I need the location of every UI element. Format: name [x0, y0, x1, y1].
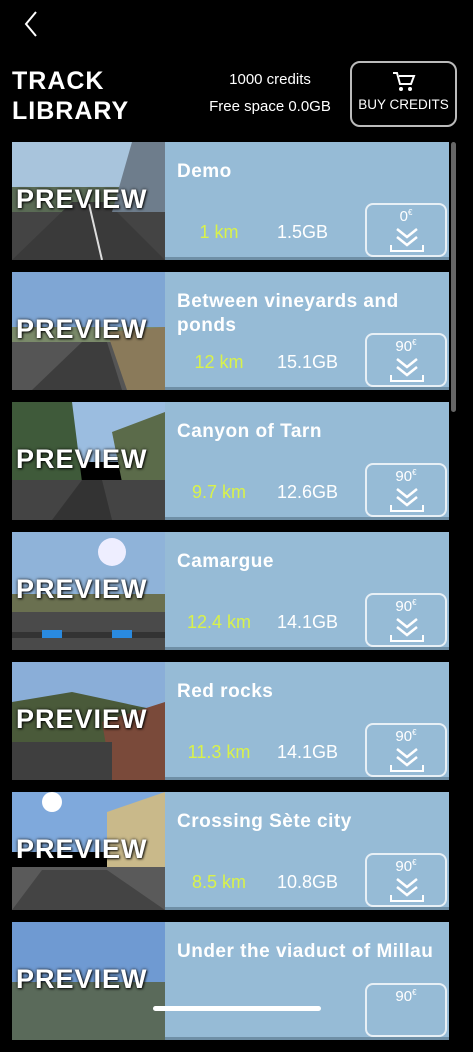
- preview-label: PREVIEW: [16, 574, 148, 604]
- preview-label: PREVIEW: [16, 704, 148, 734]
- credit-icon: €: [412, 468, 417, 477]
- track-name: Between vineyards and ponds: [177, 291, 399, 336]
- track-price: 90€: [395, 338, 417, 355]
- track-distance: 9.7 km: [191, 482, 247, 502]
- track-size: 14.1GB: [277, 742, 339, 762]
- track-name: Demo: [177, 161, 232, 182]
- free-space: Free space 0.0GB: [209, 98, 331, 115]
- track-info: Between vineyards and ponds 12 km 15.1GB…: [165, 272, 449, 390]
- track-size: 15.1GB: [277, 352, 339, 372]
- track-thumbnail[interactable]: PREVIEW: [12, 532, 165, 650]
- download-button[interactable]: 90€: [365, 593, 447, 647]
- track-thumbnail[interactable]: PREVIEW: [12, 662, 165, 780]
- track-name: Crossing Sète city: [177, 811, 352, 832]
- preview-label: PREVIEW: [16, 314, 148, 344]
- track-item[interactable]: PREVIEW Camargue 12.4 km 14.1GB 90€: [12, 532, 449, 650]
- track-thumbnail[interactable]: PREVIEW: [12, 922, 165, 1040]
- credit-icon: €: [412, 598, 417, 607]
- download-icon: [390, 488, 424, 512]
- track-thumbnail[interactable]: PREVIEW: [12, 142, 165, 260]
- track-thumbnail[interactable]: PREVIEW: [12, 792, 165, 910]
- credit-icon: €: [412, 988, 417, 997]
- track-distance: 11.3 km: [187, 742, 251, 762]
- preview-label: PREVIEW: [16, 444, 148, 474]
- track-distance: 8.5 km: [191, 872, 247, 892]
- download-button[interactable]: 0€: [365, 203, 447, 257]
- preview-label: PREVIEW: [16, 184, 148, 214]
- track-info: Red rocks 11.3 km 14.1GB 90€: [165, 662, 449, 780]
- track-item[interactable]: PREVIEW Under the viaduct of Millau 90€: [12, 922, 449, 1040]
- track-item[interactable]: PREVIEW Red rocks 11.3 km 14.1GB 90€: [12, 662, 449, 780]
- credits-balance: 1000 credits: [229, 71, 311, 88]
- track-name: Red rocks: [177, 681, 274, 702]
- preview-label: PREVIEW: [16, 964, 148, 994]
- track-name: Camargue: [177, 551, 274, 572]
- track-price: 90€: [395, 988, 417, 1005]
- track-info: Crossing Sète city 8.5 km 10.8GB 90€: [165, 792, 449, 910]
- download-button[interactable]: 90€: [365, 853, 447, 907]
- track-price: 90€: [395, 728, 417, 745]
- credits-info: 1000 credits Free space 0.0GB: [190, 66, 350, 120]
- track-size: 12.6GB: [277, 482, 339, 502]
- download-button[interactable]: 90€: [365, 333, 447, 387]
- scrollbar[interactable]: [451, 142, 456, 412]
- preview-label: PREVIEW: [16, 834, 148, 864]
- track-info: Canyon of Tarn 9.7 km 12.6GB 90€: [165, 402, 449, 520]
- track-size: 1.5GB: [277, 222, 329, 242]
- track-info: Demo 1 km 1.5GB 0€: [165, 142, 449, 260]
- track-name: Under the viaduct of Millau: [177, 941, 434, 962]
- track-price: 90€: [395, 858, 417, 875]
- download-icon: [390, 618, 424, 642]
- track-price: 0€: [399, 208, 413, 225]
- credit-icon: €: [412, 338, 417, 347]
- track-thumbnail[interactable]: PREVIEW: [12, 272, 165, 390]
- download-button[interactable]: 90€: [365, 463, 447, 517]
- track-name: Canyon of Tarn: [177, 421, 322, 442]
- home-indicator: [153, 1006, 321, 1011]
- download-icon: [390, 748, 424, 772]
- credit-icon: €: [412, 728, 417, 737]
- cart-icon: [392, 72, 415, 91]
- page-title: TRACK LIBRARY: [12, 67, 130, 125]
- credit-icon: €: [412, 858, 417, 867]
- credit-icon: €: [407, 208, 413, 217]
- track-info: Camargue 12.4 km 14.1GB 90€: [165, 532, 449, 650]
- track-price: 90€: [395, 468, 417, 485]
- download-icon: [390, 358, 424, 382]
- download-button[interactable]: 90€: [365, 723, 447, 777]
- download-button[interactable]: 90€: [365, 983, 447, 1037]
- buy-credits-label: BUY CREDITS: [358, 97, 449, 112]
- download-icon: [390, 228, 424, 252]
- track-item[interactable]: PREVIEW Demo 1 km 1.5GB 0€: [12, 142, 449, 260]
- track-size: 10.8GB: [277, 872, 339, 892]
- download-icon: [390, 878, 424, 902]
- track-thumbnail[interactable]: PREVIEW: [12, 402, 165, 520]
- track-distance: 1 km: [199, 222, 239, 242]
- track-size: 14.1GB: [277, 612, 339, 632]
- buy-credits-button[interactable]: BUY CREDITS: [350, 61, 457, 127]
- track-item[interactable]: PREVIEW Between vineyards and ponds 12 k…: [12, 272, 449, 390]
- track-distance: 12.4 km: [186, 612, 252, 632]
- track-item[interactable]: PREVIEW Crossing Sète city 8.5 km 10.8GB…: [12, 792, 449, 910]
- track-price: 90€: [395, 598, 417, 615]
- track-distance: 12 km: [194, 352, 244, 372]
- back-icon[interactable]: [16, 10, 46, 40]
- track-list[interactable]: PREVIEW Demo 1 km 1.5GB 0€ PREVIEW Betwe…: [12, 142, 449, 1052]
- track-info: Under the viaduct of Millau 90€: [165, 922, 449, 1040]
- track-item[interactable]: PREVIEW Canyon of Tarn 9.7 km 12.6GB 90€: [12, 402, 449, 520]
